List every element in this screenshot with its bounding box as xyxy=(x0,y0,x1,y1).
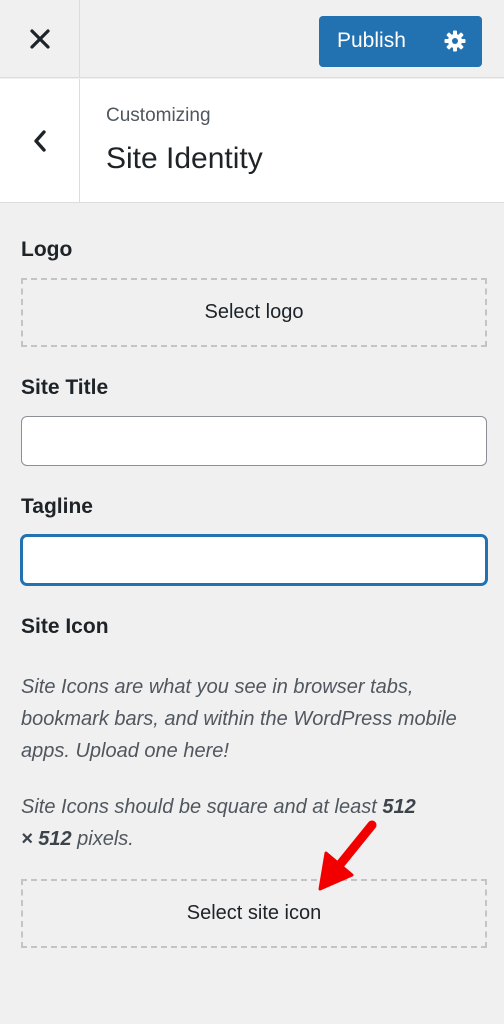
header-subtitle: Customizing xyxy=(106,105,211,126)
logo-label: Logo xyxy=(21,238,73,261)
tagline-label: Tagline xyxy=(21,495,93,518)
tagline-input[interactable] xyxy=(21,535,487,585)
site-icon-label: Site Icon xyxy=(21,615,109,638)
site-title-input[interactable] xyxy=(21,416,487,466)
publish-label: Publish xyxy=(337,29,406,52)
close-icon xyxy=(29,29,50,49)
size-note-height: × 512 xyxy=(21,828,72,850)
chevron-left-icon xyxy=(33,130,46,152)
size-note-suffix: pixels. xyxy=(71,828,134,850)
back-button[interactable] xyxy=(0,79,80,203)
customizer-top-bar: Publish xyxy=(0,0,504,78)
publish-button[interactable]: Publish xyxy=(319,16,482,67)
gear-icon[interactable] xyxy=(443,29,467,53)
site-icon-description: Site Icons are what you see in browser t… xyxy=(21,676,457,762)
size-note-width: 512 xyxy=(382,796,416,818)
close-button[interactable] xyxy=(0,0,80,78)
select-logo-button[interactable]: Select logo xyxy=(21,278,487,347)
site-title-label: Site Title xyxy=(21,376,109,399)
red-arrow-icon xyxy=(318,820,377,891)
section-header: Customizing Site Identity xyxy=(0,79,504,203)
site-icon-size-note: Site Icons should be square and at least… xyxy=(21,791,487,855)
page-title: Site Identity xyxy=(106,142,263,175)
select-site-icon-button[interactable]: Select site icon xyxy=(21,879,487,948)
